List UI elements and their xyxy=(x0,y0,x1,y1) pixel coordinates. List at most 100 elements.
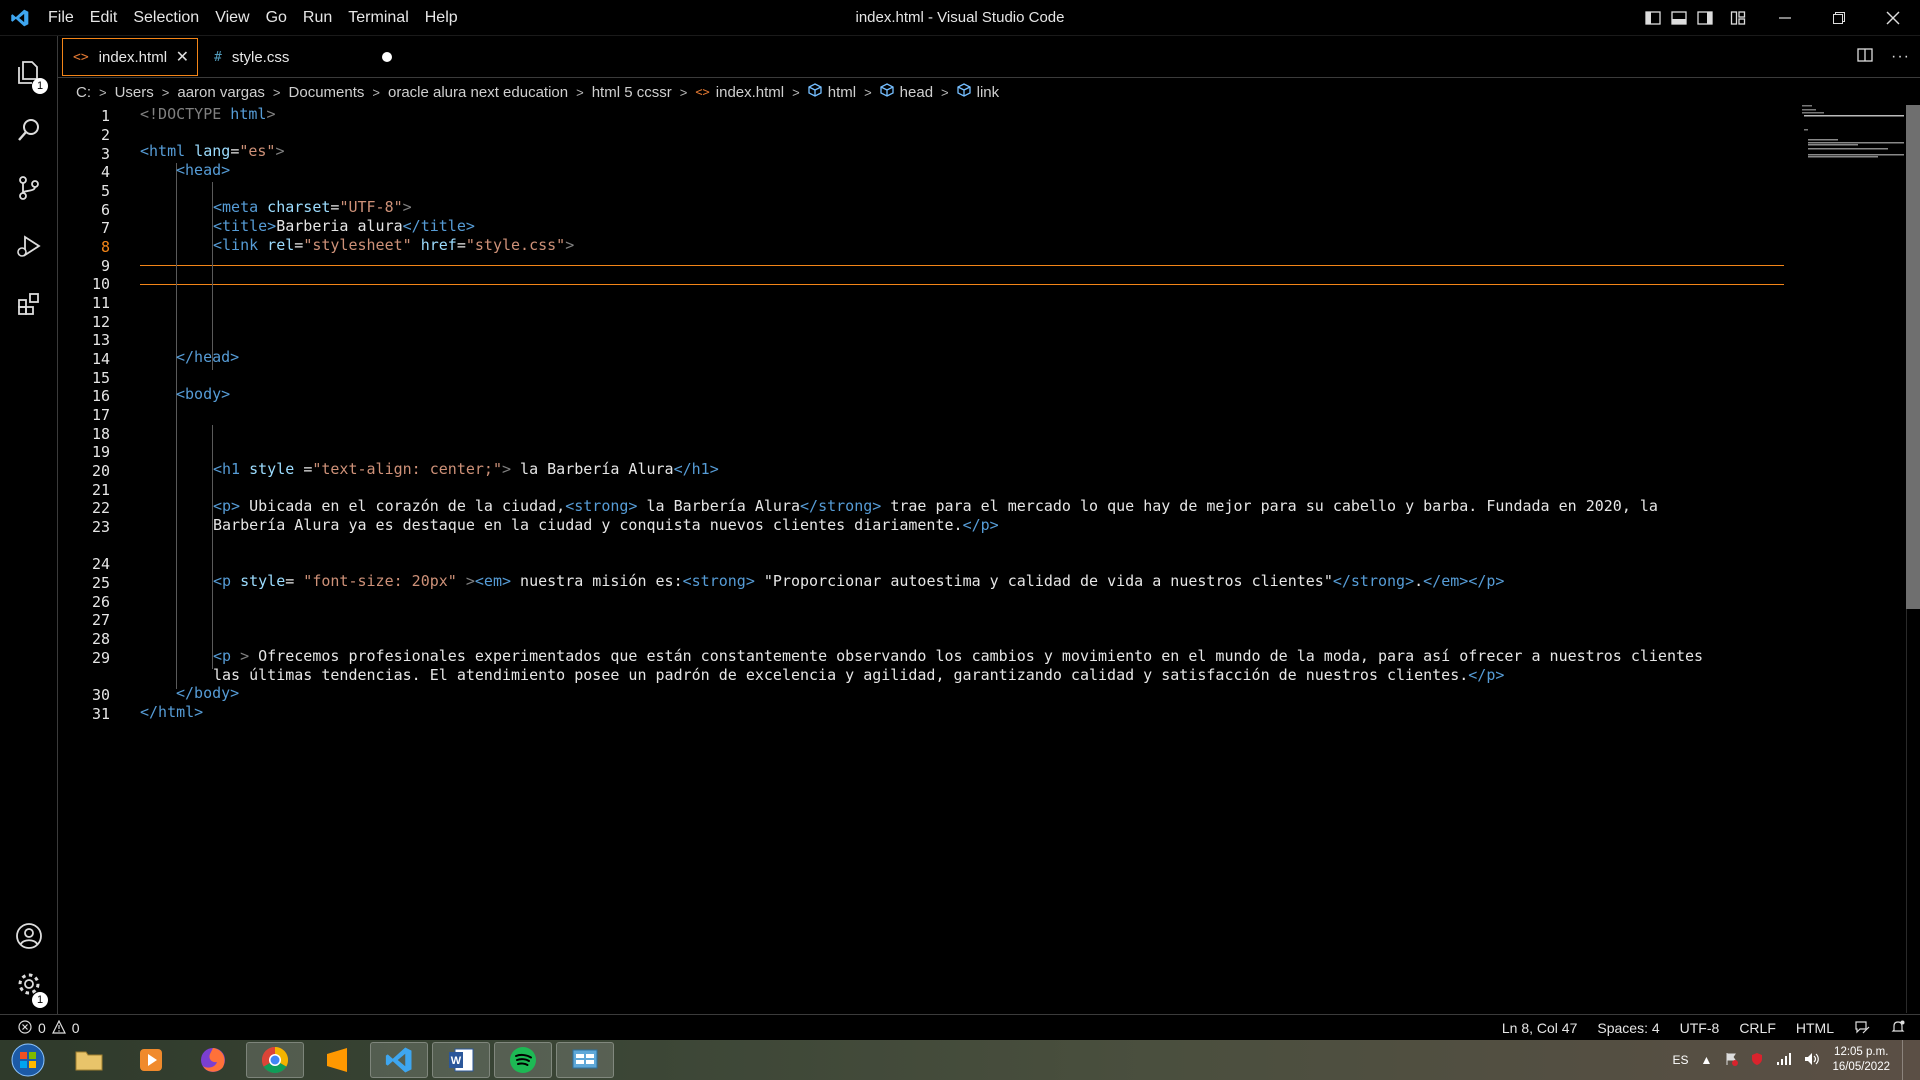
breadcrumb-symbol-head[interactable]: head xyxy=(880,83,933,101)
volume-icon[interactable] xyxy=(1804,1052,1820,1069)
show-desktop-button[interactable] xyxy=(1902,1040,1912,1080)
current-line-highlight xyxy=(140,265,1784,285)
error-icon xyxy=(18,1019,32,1037)
code-line-4: <head> xyxy=(176,161,230,179)
restore-icon[interactable] xyxy=(1812,0,1866,36)
code-editor[interactable]: 1 2 3 4 5 6 7 8 9 10 11 12 13 14 15 16 1… xyxy=(58,105,1920,1013)
more-actions-icon[interactable]: ··· xyxy=(1891,48,1910,66)
tag: </h1> xyxy=(673,460,719,478)
punct: > xyxy=(402,198,412,216)
doctype-open: <!DOCTYPE xyxy=(140,105,222,123)
source-control-icon[interactable] xyxy=(0,160,58,216)
toggle-panel-icon[interactable] xyxy=(1666,0,1692,36)
breadcrumb-symbol-link[interactable]: link xyxy=(956,83,999,101)
line-number: 17 xyxy=(91,406,110,424)
word-icon[interactable]: W xyxy=(432,1042,490,1078)
warning-count: 0 xyxy=(71,1020,80,1036)
network-signal-icon[interactable] xyxy=(1776,1052,1792,1069)
breadcrumb-item[interactable]: Users xyxy=(115,84,154,101)
text: las últimas tendencias. El atendimiento … xyxy=(213,666,1469,684)
manage-gear-icon[interactable]: 1 xyxy=(0,956,58,1012)
breadcrumb-symbol-html[interactable]: html xyxy=(808,83,856,101)
tag: </strong> xyxy=(1332,572,1415,590)
vertical-scrollbar[interactable] xyxy=(1906,105,1920,609)
punct: > xyxy=(266,105,276,123)
security-shield-icon[interactable] xyxy=(1750,1052,1764,1069)
problems-indicator[interactable]: 0 0 xyxy=(18,1015,80,1041)
breadcrumb-item[interactable]: aaron vargas xyxy=(177,84,265,101)
menu-file[interactable]: File xyxy=(40,0,82,36)
start-button-icon[interactable] xyxy=(6,1042,50,1078)
explorer-icon[interactable]: 1 xyxy=(0,44,58,100)
punct: > xyxy=(502,460,512,478)
tag: </p> xyxy=(962,516,999,534)
notifications-bell-icon[interactable] xyxy=(1890,1019,1906,1038)
menu-help[interactable]: Help xyxy=(417,0,466,36)
encoding[interactable]: UTF-8 xyxy=(1680,1020,1720,1036)
close-tab-icon[interactable]: ✕ xyxy=(176,47,189,67)
html-file-icon: <> xyxy=(695,85,710,99)
text: nuestra misión es: xyxy=(511,572,683,590)
menu-view[interactable]: View xyxy=(207,0,257,36)
clock[interactable]: 12:05 p.m. 16/05/2022 xyxy=(1832,1045,1890,1075)
firefox-icon[interactable] xyxy=(184,1042,242,1078)
line-number: 4 xyxy=(100,163,110,181)
breadcrumb-item[interactable]: C: xyxy=(76,84,91,101)
input-language[interactable]: ES xyxy=(1673,1053,1689,1067)
chrome-icon[interactable] xyxy=(246,1042,304,1078)
breadcrumb-item[interactable]: html 5 ccssr xyxy=(592,84,672,101)
breadcrumb-item[interactable]: Documents xyxy=(289,84,365,101)
punct: = xyxy=(456,236,466,254)
menu-selection[interactable]: Selection xyxy=(125,0,207,36)
extensions-icon[interactable] xyxy=(0,276,58,332)
line-number: 26 xyxy=(91,593,110,611)
vscode-taskbar-icon[interactable] xyxy=(370,1042,428,1078)
split-editor-icon[interactable] xyxy=(1857,47,1873,68)
sublime-text-icon[interactable] xyxy=(308,1042,366,1078)
code-line-29: <p > Ofrecemos profesionales experimenta… xyxy=(213,647,1703,665)
line-number: 3 xyxy=(100,145,110,163)
end-of-line[interactable]: CRLF xyxy=(1739,1020,1776,1036)
tag: <p xyxy=(213,572,232,590)
line-number: 18 xyxy=(91,425,110,443)
minimap[interactable] xyxy=(1796,105,1906,165)
language-mode[interactable]: HTML xyxy=(1796,1020,1834,1036)
close-window-icon[interactable] xyxy=(1866,0,1920,36)
tag: </html> xyxy=(140,703,204,721)
explorer-badge: 1 xyxy=(32,78,48,94)
line-number: 25 xyxy=(91,574,110,592)
line-number: 19 xyxy=(91,443,110,461)
punct: > xyxy=(275,142,285,160)
customize-layout-icon[interactable] xyxy=(1718,0,1758,36)
breadcrumb-file[interactable]: <> index.html xyxy=(695,84,784,101)
breadcrumb-item[interactable]: oracle alura next education xyxy=(388,84,568,101)
menu-run[interactable]: Run xyxy=(295,0,340,36)
tag: </head> xyxy=(176,348,240,366)
tab-index-html[interactable]: <> index.html ✕ xyxy=(62,38,198,76)
toggle-sidebar-icon[interactable] xyxy=(1640,0,1666,36)
search-icon[interactable] xyxy=(0,102,58,158)
text: la Barbería Alura xyxy=(637,497,801,515)
tray-expand-icon[interactable]: ▲ xyxy=(1701,1053,1713,1067)
control-panel-icon[interactable] xyxy=(556,1042,614,1078)
spotify-icon[interactable] xyxy=(494,1042,552,1078)
tab-style-css[interactable]: # style.css xyxy=(204,38,404,76)
cursor-position[interactable]: Ln 8, Col 47 xyxy=(1502,1020,1578,1036)
code-line-8: <link rel="stylesheet" href="style.css"> xyxy=(213,236,574,254)
run-debug-icon[interactable] xyxy=(0,218,58,274)
media-player-icon[interactable] xyxy=(122,1042,180,1078)
file-explorer-icon[interactable] xyxy=(60,1042,118,1078)
text: "Proporcionar autoestima y calidad de vi… xyxy=(754,572,1333,590)
tag: <em> xyxy=(474,572,512,590)
minimize-icon[interactable] xyxy=(1758,0,1812,36)
indentation[interactable]: Spaces: 4 xyxy=(1597,1020,1659,1036)
menu-go[interactable]: Go xyxy=(258,0,295,36)
menu-terminal[interactable]: Terminal xyxy=(340,0,416,36)
feedback-icon[interactable] xyxy=(1854,1019,1870,1038)
menu-edit[interactable]: Edit xyxy=(82,0,126,36)
line-number: 20 xyxy=(91,462,110,480)
unsaved-dot-icon[interactable] xyxy=(382,52,392,62)
toggle-secondary-sidebar-icon[interactable] xyxy=(1692,0,1718,36)
tag: <strong> xyxy=(565,497,638,515)
action-center-flag-icon[interactable] xyxy=(1724,1052,1739,1069)
